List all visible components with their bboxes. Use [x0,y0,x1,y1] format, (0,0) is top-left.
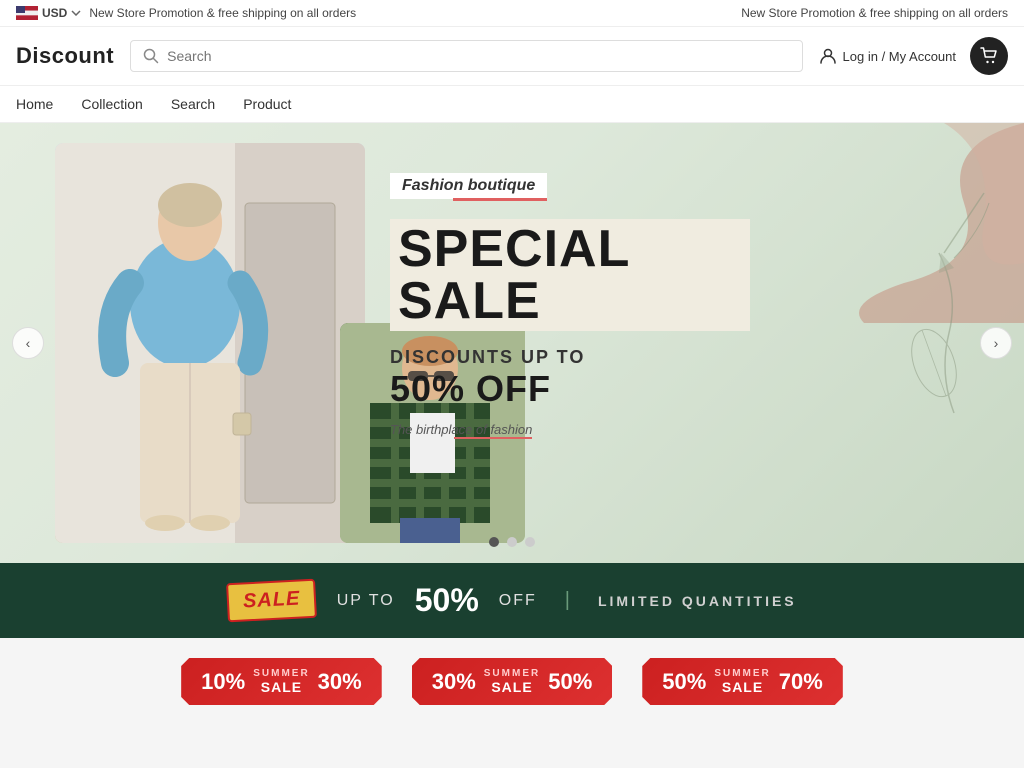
nav-product[interactable]: Product [243,86,291,122]
flag-icon [16,6,38,20]
hero-dot-3[interactable] [525,537,535,547]
hero-tagline: The birthplace of fashion [390,422,532,437]
chevron-down-icon [71,10,81,16]
badge-1-left: 10% [201,669,245,695]
sale-limited: LIMITED QUANTITIES [598,593,797,609]
hero-next-arrow[interactable]: › [980,327,1012,359]
cart-button[interactable] [970,37,1008,75]
search-bar[interactable] [130,40,802,72]
fashion-boutique-label: Fashion boutique [390,173,547,199]
cart-icon [980,47,998,65]
nav-home[interactable]: Home [16,86,53,122]
main-nav: Home Collection Search Product [0,86,1024,123]
hero-percent-off: 50% OFF [390,368,750,410]
badge-2-summer: SUMMER [484,668,540,679]
badge-1-right: 30% [318,669,362,695]
badge-item-3[interactable]: 50% SUMMER SALE 70% [642,658,843,705]
sale-suffix: OFF [499,592,537,610]
logo[interactable]: Discount [16,43,114,69]
badges-row: 10% SUMMER SALE 30% 30% SUMMER SALE 50% … [0,638,1024,721]
search-icon [143,48,159,64]
hero-model-main [55,143,365,543]
header-right: Log in / My Account [819,37,1008,75]
badge-1-middle: SUMMER SALE [253,668,309,695]
sale-percent: 50% [415,582,479,619]
hero-heading: SPECIAL SALE [390,219,750,331]
badge-2-middle: SUMMER SALE [484,668,540,695]
login-link[interactable]: Log in / My Account [819,47,956,65]
badge-2-right: 50% [548,669,592,695]
badge-1-summer: SUMMER [253,668,309,679]
sale-tag: SALE [226,579,317,623]
announcement-bar: USD New Store Promotion & free shipping … [0,0,1024,27]
hero-dot-1[interactable] [489,537,499,547]
user-icon [819,47,837,65]
badge-2-sale: SALE [484,679,540,695]
announcement-left: USD New Store Promotion & free shipping … [16,6,356,20]
announcement-promo-left: New Store Promotion & free shipping on a… [89,6,356,20]
search-input[interactable] [167,48,789,64]
badge-item-2[interactable]: 30% SUMMER SALE 50% [412,658,613,705]
badge-3-sale: SALE [714,679,770,695]
sale-banner: SALE UP TO 50% OFF | LIMITED QUANTITIES [0,563,1024,638]
announcement-promo-right: New Store Promotion & free shipping on a… [741,6,1008,20]
badge-3-middle: SUMMER SALE [714,668,770,695]
hero-text: Fashion boutique SPECIAL SALE DISCOUNTS … [390,173,750,439]
login-label: Log in / My Account [843,49,956,64]
hero-dots [489,537,535,547]
deco-right [899,243,979,448]
deco-lines-right [934,183,994,268]
badge-3-right: 70% [779,669,823,695]
hero-banner: Fashion boutique SPECIAL SALE DISCOUNTS … [0,123,1024,563]
nav-collection[interactable]: Collection [81,86,142,122]
badge-2-left: 30% [432,669,476,695]
model-figure [55,143,365,543]
sale-divider: | [565,589,570,612]
badge-3-left: 50% [662,669,706,695]
sale-prefix: UP TO [337,592,395,610]
hero-dot-2[interactable] [507,537,517,547]
badge-3-summer: SUMMER [714,668,770,679]
hero-prev-arrow[interactable]: ‹ [12,327,44,359]
badge-item-1[interactable]: 10% SUMMER SALE 30% [181,658,382,705]
badge-1-sale: SALE [253,679,309,695]
hero-subheading: DISCOUNTS UP TO [390,347,750,368]
nav-search[interactable]: Search [171,86,215,122]
header: Discount Log in / My Account [0,27,1024,86]
currency-selector[interactable]: USD [16,6,81,20]
